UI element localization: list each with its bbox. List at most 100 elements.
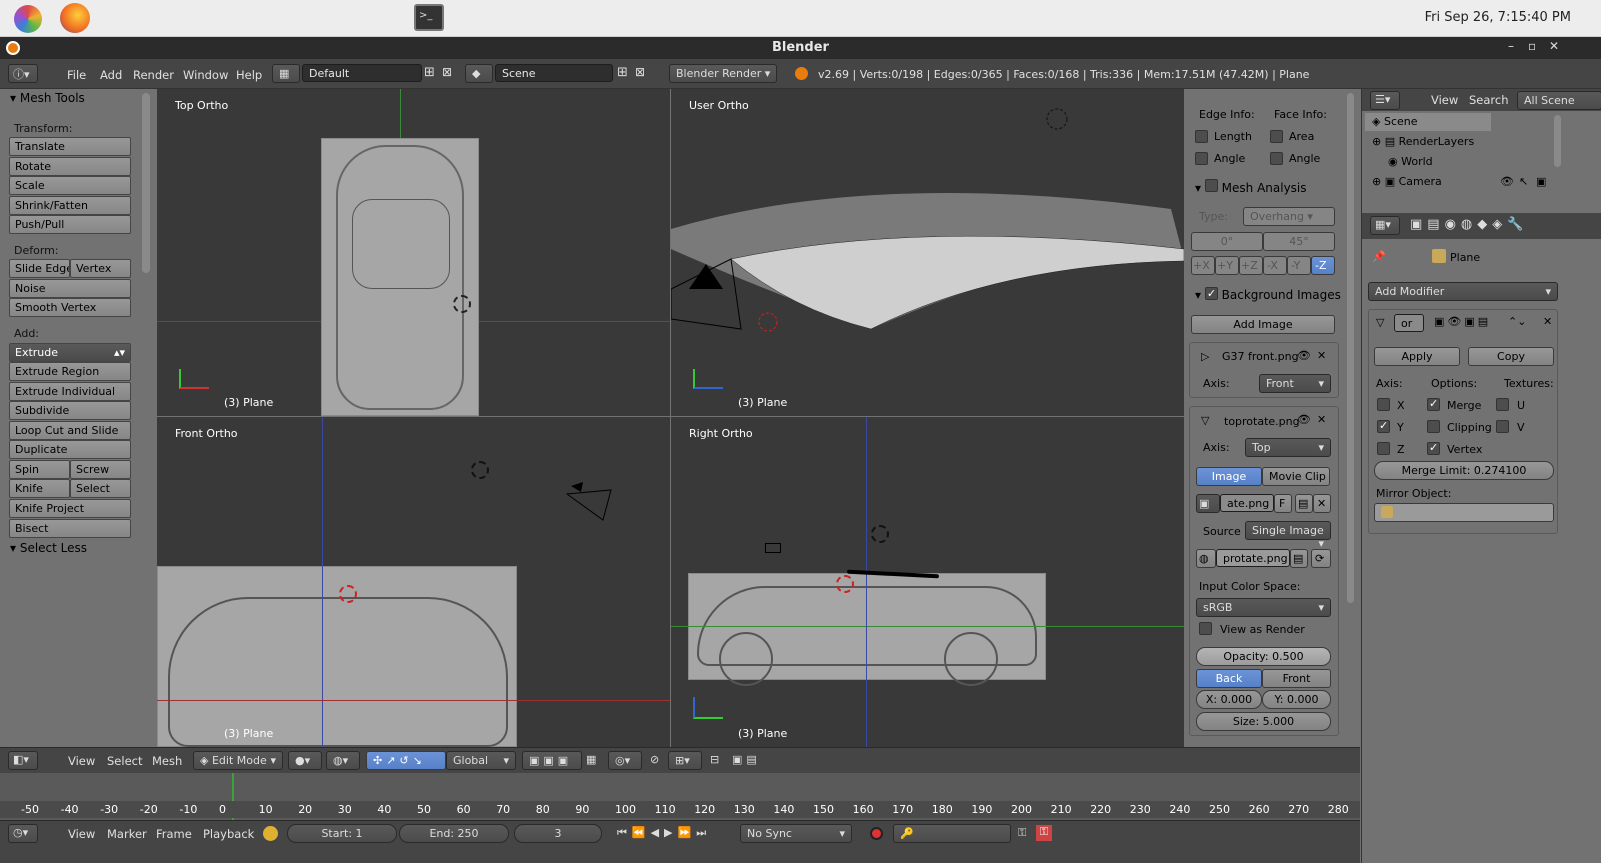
eye-icon[interactable]: 👁 [1297, 349, 1311, 362]
max-angle-field[interactable]: 45° [1263, 232, 1335, 251]
color-space-dropdown[interactable]: sRGB ▾ [1196, 598, 1331, 617]
start-frame-field[interactable]: Start: 1 [287, 824, 397, 843]
select-cursor-icon[interactable]: ↖ [1519, 175, 1528, 188]
terminal-icon[interactable]: >_ [414, 4, 444, 31]
unlink-image-icon[interactable]: ✕ [1313, 494, 1331, 513]
add-scene-icon[interactable]: ⊞ [617, 65, 628, 80]
record-icon[interactable] [870, 827, 883, 840]
knife-button[interactable]: Knife [9, 479, 70, 498]
remove-image-icon[interactable]: ✕ [1317, 349, 1326, 362]
axis-px-button[interactable]: +X [1191, 256, 1215, 275]
snap-target-icon[interactable]: ⊟ [710, 753, 719, 766]
push-pull-button[interactable]: Push/Pull [9, 215, 131, 234]
viewport-front-ortho[interactable]: Front Ortho (3) Plane [157, 417, 670, 747]
mesh-analysis-header[interactable]: ▾ Mesh Analysis [1195, 179, 1307, 195]
view3d-editor-type-icon[interactable]: ◧▾ [8, 751, 38, 770]
screen-layout-field[interactable]: Default [302, 64, 422, 82]
outliner-search-menu[interactable]: Search [1469, 93, 1509, 107]
viewport-user-ortho[interactable]: User Ortho (3) Plane [671, 89, 1184, 416]
axis-y-checkbox[interactable] [1377, 420, 1390, 433]
mesh-tools-header[interactable]: ▾ Mesh Tools [10, 91, 85, 105]
texture-v-checkbox[interactable] [1496, 420, 1509, 433]
delete-keyframe-icon[interactable]: ⚿ [1036, 825, 1052, 841]
properties-editor-type-icon[interactable]: ▦▾ [1370, 216, 1400, 235]
image-name-field[interactable]: ate.png [1220, 494, 1274, 512]
editor-type-button[interactable]: ⓘ▾ [8, 64, 38, 83]
remove-modifier-icon[interactable]: ✕ [1543, 315, 1552, 328]
view-as-render-checkbox[interactable] [1199, 622, 1212, 635]
viewport-right-ortho[interactable]: Right Ortho (3) Plane [671, 417, 1184, 747]
spin-button[interactable]: Spin [9, 460, 70, 479]
pivot-dropdown[interactable]: ◍▾ [326, 751, 360, 770]
n-panel-scrollbar[interactable] [1347, 93, 1354, 603]
back-button[interactable]: Back [1196, 669, 1262, 688]
merge-limit-field[interactable]: Merge Limit: 0.274100 [1374, 461, 1554, 480]
remove-scene-icon[interactable]: ⊠ [635, 65, 645, 79]
timeline-editor-type-icon[interactable]: ◷▾ [8, 824, 38, 843]
scene-field[interactable]: Scene [495, 64, 613, 82]
bg-images-header[interactable]: ▾ Background Images [1195, 287, 1341, 302]
collapse-triangle-icon[interactable]: ▽ [1376, 316, 1384, 329]
source-dropdown[interactable]: Single Image ▾ [1245, 521, 1331, 550]
face-angle-checkbox[interactable] [1270, 152, 1283, 165]
axis-py-button[interactable]: +Y [1215, 256, 1239, 275]
image-tab[interactable]: Image [1196, 467, 1262, 486]
menu-window[interactable]: Window [183, 68, 228, 82]
remove-layout-icon[interactable]: ⊠ [442, 65, 452, 79]
axis-nz-button[interactable]: -Z [1311, 256, 1335, 275]
minimize-button[interactable]: – [1508, 39, 1514, 53]
current-frame-field[interactable]: 3 [514, 824, 602, 843]
apply-button[interactable]: Apply [1374, 347, 1460, 366]
visibility-eye-icon[interactable]: 👁 [1500, 175, 1514, 188]
playback-controls[interactable]: ⏮⏪◀▶⏩⏭ [617, 826, 711, 840]
type-dropdown[interactable]: Overhang ▾ [1243, 207, 1335, 226]
outliner-view-menu[interactable]: View [1431, 93, 1458, 107]
axis-pz-button[interactable]: +Z [1239, 256, 1263, 275]
firefox-icon[interactable] [60, 3, 90, 33]
bisect-button[interactable]: Bisect [9, 519, 131, 538]
slide-vertex-button[interactable]: Vertex [70, 259, 131, 278]
outliner-item-world[interactable]: ◉ World [1388, 155, 1433, 168]
mirror-object-field[interactable] [1374, 503, 1554, 522]
translate-button[interactable]: Translate [9, 137, 131, 156]
outliner-editor-type-icon[interactable]: ☰▾ [1370, 91, 1400, 110]
apps-menu-icon[interactable] [14, 5, 42, 33]
rotate-button[interactable]: Rotate [9, 157, 131, 176]
open-image-icon[interactable]: ▤ [1295, 494, 1313, 513]
tools-scrollbar[interactable] [142, 93, 150, 273]
context-tabs-icons[interactable]: ▣▤◉◍◆◈🔧 [1410, 217, 1528, 232]
add-layout-icon[interactable]: ⊞ [424, 65, 435, 80]
render-camera-icon[interactable]: ▣ [1536, 175, 1546, 188]
extrude-dropdown[interactable]: Extrude ▴▾ [9, 343, 131, 362]
min-angle-field[interactable]: 0° [1191, 232, 1263, 251]
snap-toggle-icon[interactable]: ⊘ [650, 753, 659, 766]
bg-image-2-axis-dropdown[interactable]: Top ▾ [1245, 438, 1331, 457]
render-engine-dropdown[interactable]: Blender Render ▾ [669, 64, 777, 83]
merge-checkbox[interactable] [1427, 398, 1440, 411]
timeline[interactable]: -50 -40 -30 -20 -10 0 10 20 30 40 50 60 70 80 90 100 110… [0, 773, 1360, 820]
timeline-playback-menu[interactable]: Playback [203, 827, 254, 841]
clipping-checkbox[interactable] [1427, 420, 1440, 433]
mesh-analysis-checkbox[interactable] [1204, 179, 1218, 192]
bg-images-checkbox[interactable] [1204, 287, 1218, 300]
view3d-view-menu[interactable]: View [68, 754, 95, 768]
remove-image-icon[interactable]: ✕ [1317, 413, 1326, 426]
file-icon[interactable]: ◍ [1196, 549, 1216, 568]
length-checkbox[interactable] [1195, 130, 1208, 143]
add-modifier-dropdown[interactable]: Add Modifier ▾ [1368, 282, 1558, 301]
axis-nx-button[interactable]: -X [1263, 256, 1287, 275]
mode-dropdown[interactable]: ◈ Edit Mode ▾ [193, 751, 283, 770]
knife-select-button[interactable]: Select [70, 479, 131, 498]
all-scenes-dropdown[interactable]: All Scene [1517, 91, 1601, 110]
maximize-button[interactable]: ▫ [1528, 39, 1536, 53]
axis-ny-button[interactable]: -Y [1287, 256, 1311, 275]
view3d-mesh-menu[interactable]: Mesh [152, 754, 182, 768]
menu-render[interactable]: Render [133, 68, 174, 82]
timeline-frame-menu[interactable]: Frame [156, 827, 192, 841]
move-up-down-icon[interactable]: ⌃⌄ [1508, 315, 1526, 328]
screen-layout-icon[interactable]: ▦ [272, 64, 300, 83]
vertex-group-checkbox[interactable] [1427, 442, 1440, 455]
eye-icon[interactable]: 👁 [1297, 413, 1311, 426]
add-image-button[interactable]: Add Image [1191, 315, 1335, 334]
snap-element-dropdown[interactable]: ⊞▾ [668, 751, 702, 770]
